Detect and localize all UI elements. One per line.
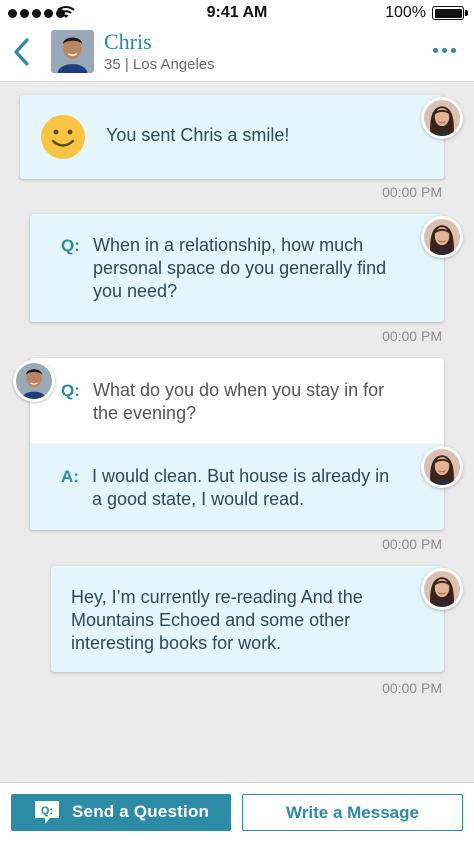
smile-message-text: You sent Chris a smile! [106,125,290,145]
message-timestamp: 00:00 PM [382,328,442,344]
chat-header: Chris 35 | Los Angeles [0,26,474,82]
action-footer: Q: Send a Question Write a Message [0,782,474,843]
message-timestamp: 00:00 PM [382,680,442,696]
question-text: When in a relationship, how much persona… [93,235,387,301]
question-bubble-icon: Q: [35,801,59,824]
smiley-face-icon [41,115,85,159]
message-timestamp: 00:00 PM [382,536,442,552]
write-message-label: Write a Message [286,803,419,822]
sender-avatar [421,446,463,488]
question-prefix: Q: [61,236,80,255]
text-message-text: Hey, I’m currently re-reading And the Mo… [71,587,363,653]
question-prefix: Q: [61,381,80,400]
send-question-button[interactable]: Q: Send a Question [11,794,231,831]
write-message-button[interactable]: Write a Message [242,794,463,831]
sender-avatar [421,568,463,610]
battery-icon [432,6,464,20]
answer-text: I would clean. But house is already in a… [92,466,390,509]
profile-avatar[interactable] [51,30,94,73]
message-timestamp: 00:00 PM [382,184,442,200]
received-question-text: What do you do when you stay in for the … [93,380,385,423]
profile-age-location: 35 | Los Angeles [104,56,215,73]
back-chevron-icon[interactable] [10,36,34,68]
answer-prefix: A: [61,467,79,486]
battery-percentage: 100% [385,4,426,21]
battery-tip [465,10,468,16]
more-dots-icon[interactable] [433,48,456,53]
send-question-label: Send a Question [72,802,210,821]
svg-text:Q:: Q: [41,805,53,817]
chris-avatar [13,360,55,402]
status-bar: 9:41 AM 100% [0,0,474,26]
profile-name[interactable]: Chris [104,29,152,55]
sender-avatar [421,97,463,139]
sender-avatar [421,216,463,258]
